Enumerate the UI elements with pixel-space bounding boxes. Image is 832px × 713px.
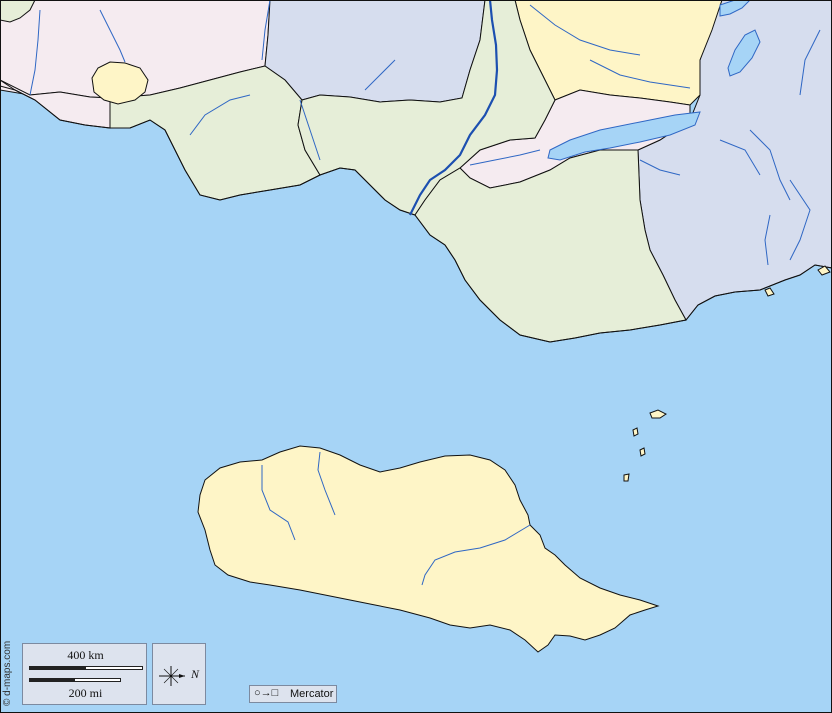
compass-icon [159, 666, 185, 686]
projection-box: ○→□ Mercator [249, 685, 337, 703]
map-canvas[interactable] [0, 0, 832, 713]
scale-mi-bar [29, 678, 121, 682]
region-blue-north [264, 0, 486, 103]
scale-bar-box: 400 km 200 mi [22, 643, 147, 705]
north-arrow-box: N [152, 643, 206, 705]
scale-mi-label: 200 mi [68, 686, 103, 700]
islet [623, 473, 630, 482]
scale-km-label: 400 km [67, 648, 104, 662]
islet [632, 427, 639, 437]
credit-text: © d-maps.com [2, 640, 13, 706]
projection-label: Mercator [290, 688, 334, 700]
north-label: N [191, 667, 200, 681]
islet [639, 447, 646, 457]
projection-icon: ○→□ [254, 687, 279, 699]
scale-km-bar [29, 666, 143, 670]
